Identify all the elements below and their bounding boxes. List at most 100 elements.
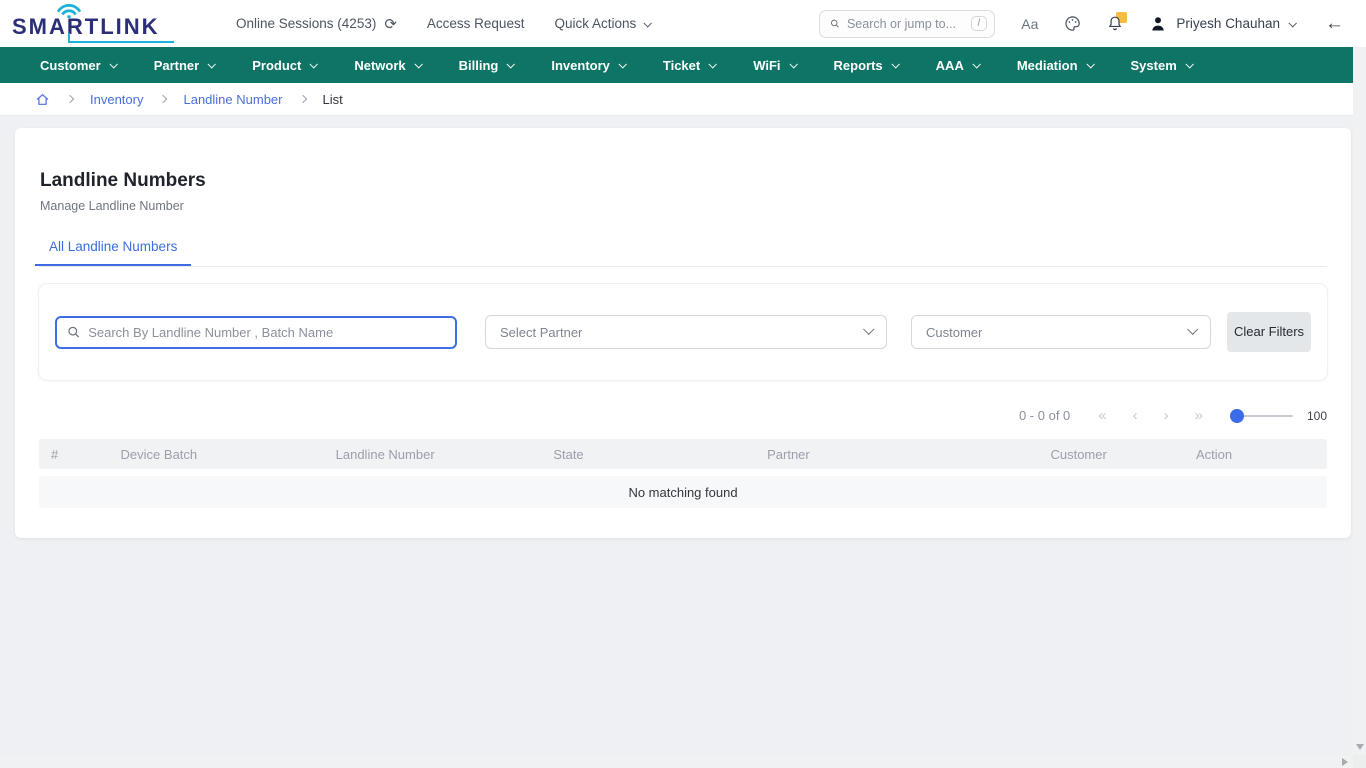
chevron-down-icon xyxy=(644,19,652,27)
font-size-toggle[interactable]: Aa xyxy=(1021,16,1038,32)
online-sessions-label: Online Sessions (4253) xyxy=(236,16,376,31)
nav-item-product[interactable]: Product xyxy=(233,47,335,83)
top-bar: SMARTLINK Online Sessions (4253) ⟳ Acces… xyxy=(0,0,1366,47)
landline-search-input[interactable] xyxy=(88,325,445,340)
pagination-prev-icon[interactable]: ‹ xyxy=(1133,408,1138,423)
chevron-down-icon xyxy=(1288,19,1296,27)
nav-item-reports[interactable]: Reports xyxy=(815,47,917,83)
access-request-link[interactable]: Access Request xyxy=(427,16,525,31)
pagination-next-icon[interactable]: › xyxy=(1164,408,1169,423)
pagination-first-icon[interactable]: « xyxy=(1098,408,1106,423)
notifications-bell-icon[interactable] xyxy=(1107,15,1123,32)
page-size-slider: 100 xyxy=(1231,409,1327,423)
customer-select-placeholder: Customer xyxy=(926,325,982,340)
chevron-down-icon xyxy=(863,324,874,335)
nav-item-customer[interactable]: Customer xyxy=(21,47,135,83)
home-icon[interactable] xyxy=(35,92,50,107)
breadcrumb: Inventory Landline Number List xyxy=(0,83,1366,116)
filter-panel: Select Partner Customer Clear Filters xyxy=(39,284,1327,380)
scroll-right-icon[interactable] xyxy=(1342,758,1348,766)
chevron-down-icon xyxy=(208,60,216,68)
col-header-state: State xyxy=(541,447,755,462)
chevron-down-icon xyxy=(109,60,117,68)
chevron-down-icon xyxy=(891,60,899,68)
top-links: Online Sessions (4253) ⟳ Access Request … xyxy=(236,15,650,33)
main-nav-bar: Customer Partner Product Network Billing… xyxy=(0,47,1366,83)
nav-item-ticket[interactable]: Ticket xyxy=(644,47,734,83)
slider-thumb[interactable] xyxy=(1230,409,1244,423)
breadcrumb-separator-icon xyxy=(298,95,306,103)
user-name: Priyesh Chauhan xyxy=(1176,16,1280,31)
breadcrumb-link-landline-number[interactable]: Landline Number xyxy=(183,92,282,107)
nav-item-network[interactable]: Network xyxy=(335,47,439,83)
search-icon xyxy=(67,325,80,339)
top-bar-right: / Aa xyxy=(819,10,1344,38)
page-size-value: 100 xyxy=(1307,409,1327,423)
breadcrumb-link-inventory[interactable]: Inventory xyxy=(90,92,143,107)
scroll-down-icon[interactable] xyxy=(1356,744,1364,750)
chevron-down-icon xyxy=(1086,60,1094,68)
pagination-range: 0 - 0 of 0 xyxy=(1019,408,1070,423)
online-sessions-link[interactable]: Online Sessions (4253) ⟳ xyxy=(236,15,397,33)
clear-filters-button[interactable]: Clear Filters xyxy=(1227,312,1311,352)
horizontal-scrollbar[interactable] xyxy=(0,755,1353,768)
tab-all-landline-numbers[interactable]: All Landline Numbers xyxy=(35,239,191,266)
quick-actions-label: Quick Actions xyxy=(554,16,636,31)
collapse-back-icon[interactable]: ← xyxy=(1325,13,1344,35)
nav-item-wifi[interactable]: WiFi xyxy=(734,47,814,83)
pagination: 0 - 0 of 0 « ‹ › » 100 xyxy=(39,408,1327,423)
search-icon xyxy=(830,17,840,30)
access-request-label: Access Request xyxy=(427,16,525,31)
logo-underline xyxy=(68,41,174,43)
partner-select-placeholder: Select Partner xyxy=(500,325,582,340)
avatar-icon xyxy=(1149,15,1167,33)
col-header-device-batch: Device Batch xyxy=(109,447,324,462)
smartlink-logo[interactable]: SMARTLINK xyxy=(10,4,178,44)
col-header-index: # xyxy=(39,447,109,462)
page-content: Landline Numbers Manage Landline Number … xyxy=(0,116,1366,538)
global-search-box[interactable]: / xyxy=(819,10,995,38)
nav-item-billing[interactable]: Billing xyxy=(440,47,533,83)
global-search-input[interactable] xyxy=(847,17,964,31)
app-screen: SMARTLINK Online Sessions (4253) ⟳ Acces… xyxy=(0,0,1366,768)
nav-item-mediation[interactable]: Mediation xyxy=(998,47,1112,83)
user-menu[interactable]: Priyesh Chauhan xyxy=(1149,15,1295,33)
breadcrumb-separator-icon xyxy=(159,95,167,103)
customer-select[interactable]: Customer xyxy=(911,315,1211,349)
page-subtitle: Manage Landline Number xyxy=(40,199,1327,213)
nav-item-partner[interactable]: Partner xyxy=(135,47,234,83)
tabs: All Landline Numbers xyxy=(39,239,1327,267)
partner-select[interactable]: Select Partner xyxy=(485,315,887,349)
slider-track[interactable] xyxy=(1231,415,1293,417)
nav-item-inventory[interactable]: Inventory xyxy=(532,47,644,83)
empty-state-row: No matching found xyxy=(39,476,1327,508)
chevron-down-icon xyxy=(1187,324,1198,335)
refresh-icon[interactable]: ⟳ xyxy=(384,15,397,33)
scrollbar-corner xyxy=(1353,755,1366,768)
landline-numbers-table: # Device Batch Landline Number State Par… xyxy=(39,439,1327,508)
col-header-landline-number: Landline Number xyxy=(324,447,542,462)
chevron-down-icon xyxy=(972,60,980,68)
nav-item-aaa[interactable]: AAA xyxy=(917,47,998,83)
landline-numbers-card: Landline Numbers Manage Landline Number … xyxy=(15,128,1351,538)
col-header-customer: Customer xyxy=(1038,447,1184,462)
pagination-last-icon[interactable]: » xyxy=(1195,408,1203,423)
chevron-down-icon xyxy=(789,60,797,68)
quick-actions-menu[interactable]: Quick Actions xyxy=(554,16,650,31)
theme-palette-icon[interactable] xyxy=(1064,15,1081,32)
chevron-down-icon xyxy=(1185,60,1193,68)
search-shortcut-key: / xyxy=(971,16,988,31)
col-header-partner: Partner xyxy=(755,447,1038,462)
chevron-down-icon xyxy=(310,60,318,68)
table-header-row: # Device Batch Landline Number State Par… xyxy=(39,439,1327,469)
nav-item-system[interactable]: System xyxy=(1112,47,1211,83)
breadcrumb-separator-icon xyxy=(66,95,74,103)
chevron-down-icon xyxy=(709,60,717,68)
chevron-down-icon xyxy=(507,60,515,68)
vertical-scrollbar[interactable] xyxy=(1353,0,1366,755)
breadcrumb-current: List xyxy=(323,92,343,107)
landline-search-field[interactable] xyxy=(55,316,457,349)
page-title: Landline Numbers xyxy=(40,170,1327,192)
chevron-down-icon xyxy=(414,60,422,68)
logo-text: SMARTLINK xyxy=(12,14,160,40)
